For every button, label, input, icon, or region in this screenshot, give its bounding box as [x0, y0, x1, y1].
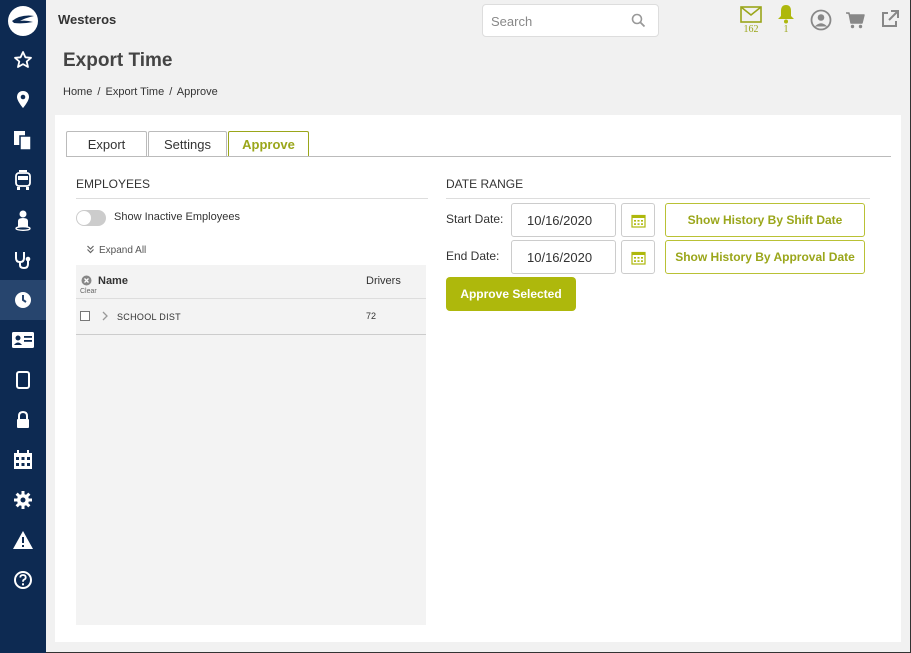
show-history-by-approval-date-button[interactable]: Show History By Approval Date [665, 240, 865, 274]
breadcrumb-home[interactable]: Home [63, 86, 92, 98]
column-header-name[interactable]: Name [98, 275, 128, 287]
search-box[interactable] [482, 4, 659, 37]
end-date-picker-button[interactable] [621, 240, 655, 274]
tablet-icon[interactable] [0, 360, 46, 400]
double-chevron-down-icon [87, 245, 94, 254]
shopping-cart-icon[interactable] [845, 11, 865, 29]
favorites-star-icon[interactable] [0, 40, 46, 80]
search-icon[interactable] [631, 13, 646, 28]
tab-approve[interactable]: Approve [228, 131, 309, 157]
approve-selected-button[interactable]: Approve Selected [446, 277, 576, 311]
row-name: SCHOOL DIST [117, 312, 181, 322]
start-date-input[interactable] [511, 203, 616, 237]
toggle-knob [77, 211, 91, 225]
clear-filter-icon[interactable] [81, 275, 92, 286]
employees-divider [76, 198, 428, 199]
date-range-title: DATE RANGE [446, 177, 524, 191]
start-date-picker-button[interactable] [621, 203, 655, 237]
expand-all-text: Expand All [99, 245, 147, 256]
tab-settings[interactable]: Settings [148, 131, 227, 157]
page-header: Export Time Home / Export Time / Approve [46, 40, 910, 106]
table-row[interactable]: SCHOOL DIST 72 [76, 300, 426, 335]
calendar-icon [631, 214, 646, 228]
lock-icon[interactable] [0, 400, 46, 440]
employees-grid: Clear Name Drivers SCHOOL DIST 72 [76, 265, 426, 625]
alert-count-badge: 1 [783, 24, 789, 35]
expand-all-link[interactable]: Expand All [86, 245, 146, 256]
breadcrumb-separator: / [97, 86, 101, 98]
column-header-drivers[interactable]: Drivers [366, 275, 401, 287]
employees-title: EMPLOYEES [76, 177, 151, 191]
stethoscope-icon[interactable] [0, 240, 46, 280]
clear-label[interactable]: Clear [80, 288, 97, 295]
show-history-by-shift-date-button[interactable]: Show History By Shift Date [665, 203, 865, 237]
calendar-icon[interactable] [0, 440, 46, 480]
end-date-input[interactable] [511, 240, 616, 274]
calendar-icon [631, 251, 646, 265]
show-inactive-label: Show Inactive Employees [114, 211, 240, 223]
warning-triangle-icon[interactable] [0, 520, 46, 560]
gear-icon[interactable] [0, 480, 46, 520]
top-bar: Westeros 162 1 [46, 0, 910, 40]
mail-count-badge: 162 [743, 24, 759, 35]
logo-icon[interactable] [8, 6, 38, 36]
grid-header: Clear Name Drivers [76, 265, 426, 299]
id-card-icon[interactable] [0, 320, 46, 360]
page-title: Export Time [63, 50, 173, 71]
breadcrumb: Home / Export Time / Approve [63, 86, 220, 98]
end-date-label: End Date: [446, 249, 500, 263]
external-link-icon[interactable] [880, 9, 900, 29]
user-account-icon[interactable] [810, 9, 832, 31]
mail-icon[interactable] [740, 6, 762, 23]
date-range-divider [446, 198, 870, 199]
user-person-icon[interactable] [0, 200, 46, 240]
breadcrumb-separator: / [169, 86, 173, 98]
clock-time-icon[interactable] [0, 280, 46, 320]
chevron-right-icon[interactable] [102, 311, 108, 321]
row-checkbox[interactable] [80, 311, 90, 321]
show-inactive-toggle[interactable] [76, 210, 106, 226]
content-panel: Export Settings Approve EMPLOYEES Show I… [55, 115, 901, 642]
bell-icon[interactable] [776, 3, 796, 24]
help-question-icon[interactable] [0, 560, 46, 600]
breadcrumb-export-time[interactable]: Export Time [106, 86, 165, 98]
row-drivers: 72 [366, 311, 377, 321]
tab-bar: Export Settings Approve [66, 131, 891, 157]
sidebar [0, 0, 46, 653]
start-date-label: Start Date: [446, 212, 504, 226]
location-pin-icon[interactable] [0, 80, 46, 120]
tab-divider [66, 156, 891, 157]
search-input[interactable] [491, 12, 631, 30]
bus-icon[interactable] [0, 160, 46, 200]
documents-icon[interactable] [0, 120, 46, 160]
breadcrumb-approve: Approve [176, 86, 218, 98]
org-name: Westeros [58, 12, 117, 27]
tab-export[interactable]: Export [66, 131, 147, 157]
